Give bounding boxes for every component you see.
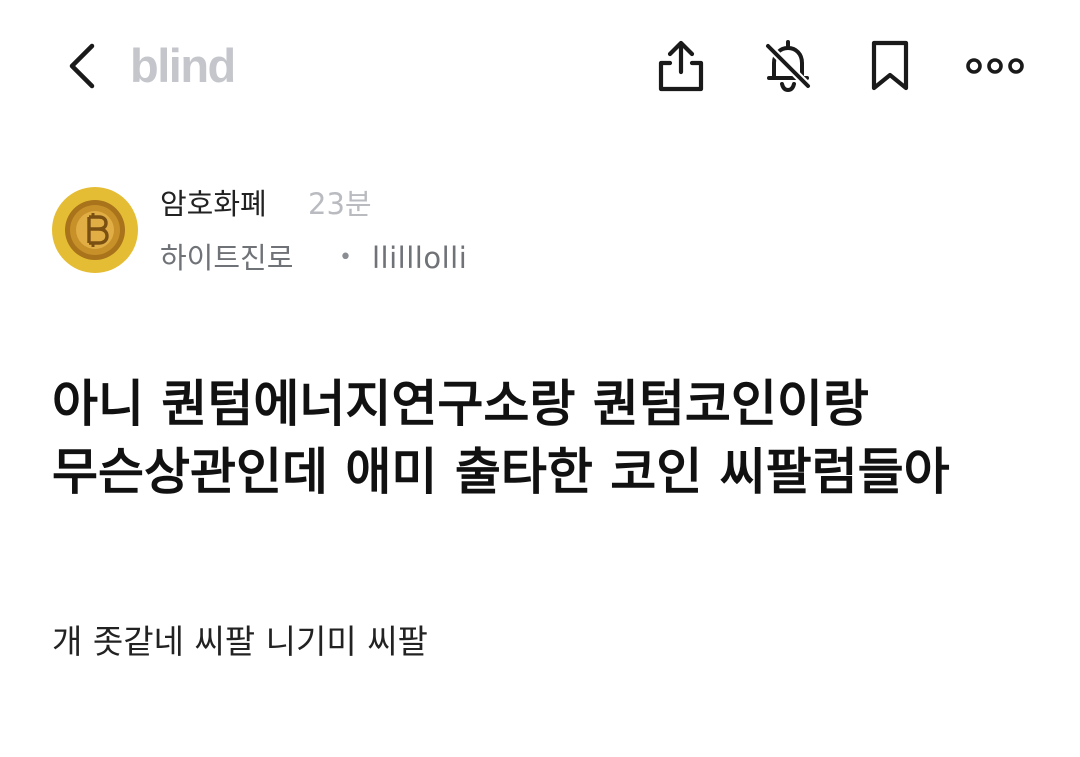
more-horizontal-icon xyxy=(966,58,1024,74)
chevron-left-icon xyxy=(69,43,95,89)
bookmark-button[interactable] xyxy=(858,34,922,98)
share-button[interactable] xyxy=(649,34,713,98)
post-body: 개 좃같네 씨팔 니기미 씨팔 xyxy=(52,622,428,661)
share-icon xyxy=(658,40,704,92)
author-nickname: llilllolli xyxy=(372,241,468,275)
post-author-info: 암호화폐 23분 하이트진로 • llilllolli xyxy=(52,180,1032,280)
bell-off-icon xyxy=(765,40,811,93)
author-company: 하이트진로 xyxy=(160,241,294,275)
post-title: 아니 퀀텀에너지연구소랑 퀀텀코인이랑 무슨상관인데 애미 출타한 코인 씨팔럼… xyxy=(52,375,950,501)
board-avatar[interactable] xyxy=(52,187,138,273)
notification-toggle-button[interactable] xyxy=(756,34,820,98)
top-app-bar: blind xyxy=(0,0,1080,132)
bookmark-icon xyxy=(871,40,909,91)
meta-separator: • xyxy=(339,245,352,270)
board-name[interactable]: 암호화폐 xyxy=(160,184,267,224)
more-options-button[interactable] xyxy=(963,34,1027,98)
app-logo: blind xyxy=(130,39,236,92)
back-button[interactable] xyxy=(52,36,108,96)
bitcoin-coin-icon xyxy=(65,200,125,260)
post-time: 23분 xyxy=(308,187,372,221)
